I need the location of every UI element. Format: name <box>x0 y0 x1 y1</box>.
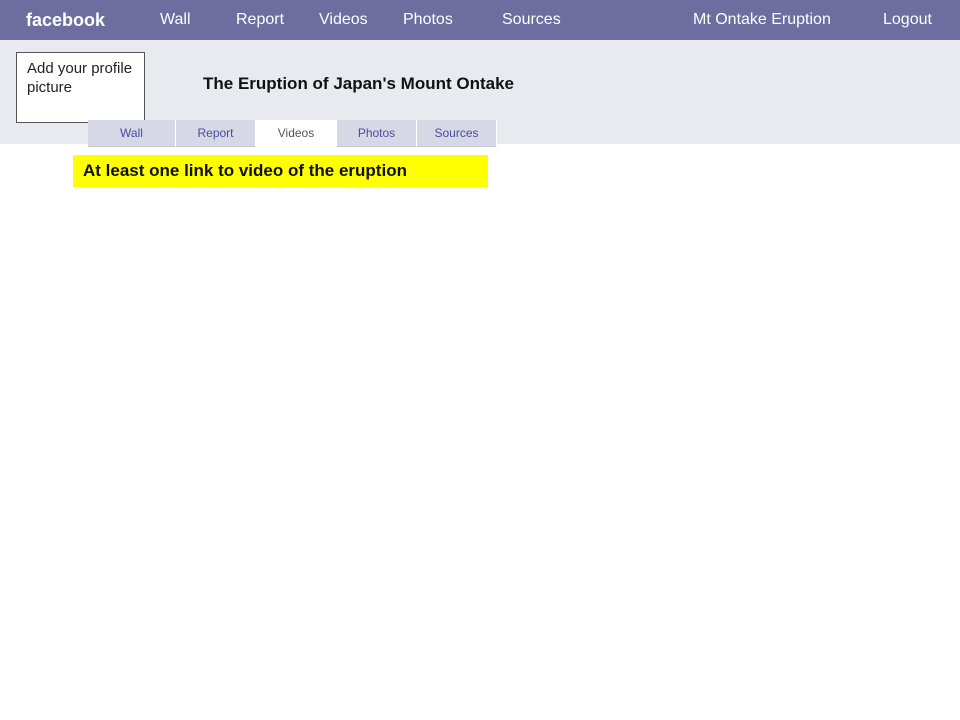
tab-videos[interactable]: Videos <box>256 120 337 147</box>
tab-wall[interactable]: Wall <box>88 120 176 147</box>
profile-tabs: Wall Report Videos Photos Sources <box>88 120 497 147</box>
top-nav-bar: facebook Wall Report Videos Photos Sourc… <box>0 0 960 40</box>
tab-report[interactable]: Report <box>176 120 256 147</box>
facebook-logo[interactable]: facebook <box>26 0 105 40</box>
top-nav-wall[interactable]: Wall <box>160 0 191 40</box>
logout-link[interactable]: Logout <box>883 0 932 40</box>
top-nav-photos[interactable]: Photos <box>403 0 453 40</box>
top-nav-videos[interactable]: Videos <box>319 0 368 40</box>
top-nav-report[interactable]: Report <box>236 0 284 40</box>
top-nav-sources[interactable]: Sources <box>502 0 561 40</box>
tab-photos[interactable]: Photos <box>337 120 417 147</box>
profile-picture-placeholder[interactable]: Add your profile picture <box>16 52 145 123</box>
top-nav-page-name[interactable]: Mt Ontake Eruption <box>693 0 831 40</box>
tab-sources[interactable]: Sources <box>417 120 497 147</box>
page-title: The Eruption of Japan's Mount Ontake <box>203 74 514 93</box>
video-requirement-note: At least one link to video of the erupti… <box>73 155 488 187</box>
